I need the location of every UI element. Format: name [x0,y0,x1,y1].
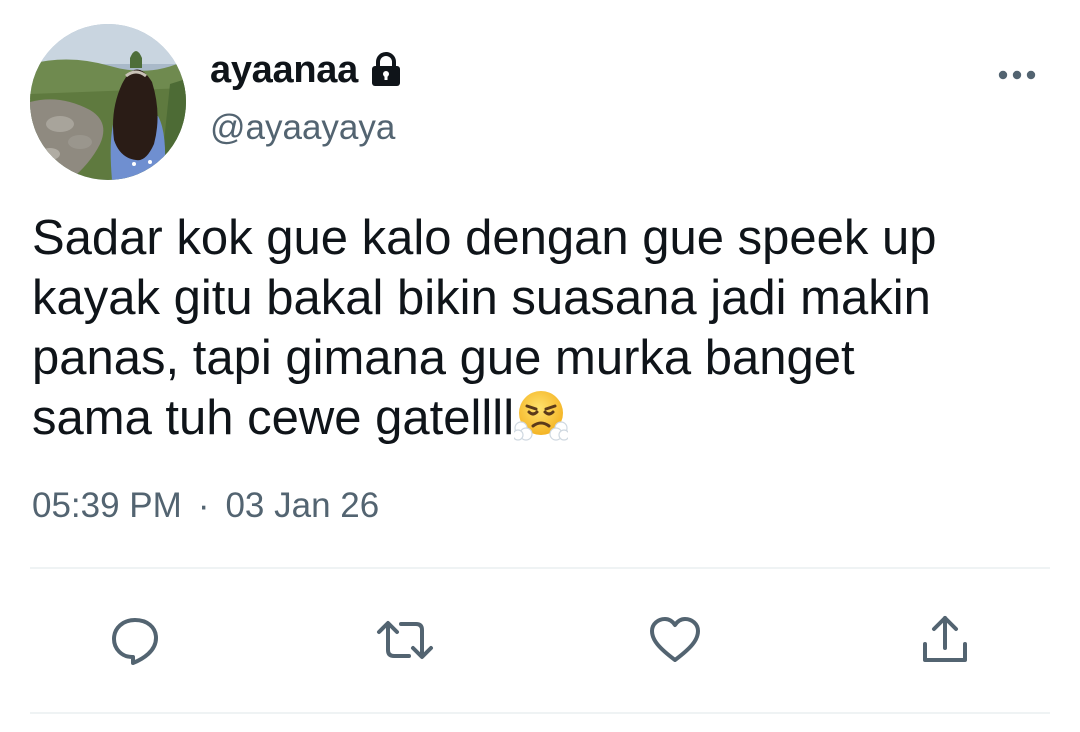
tweet-meta: 05:39 PM · 03 Jan 26 [32,486,379,526]
display-name[interactable]: ayaanaa [210,49,358,92]
retweet-button[interactable] [375,612,435,672]
meta-separator: · [197,486,210,525]
like-button[interactable] [645,612,705,672]
reply-icon [107,612,163,673]
more-icon[interactable] [996,60,1038,90]
divider-bottom [30,712,1050,714]
tweet-text: Sadar kok gue kalo dengan gue speek up k… [32,208,1052,456]
retweet-icon [375,612,435,673]
share-icon [917,612,973,673]
display-name-row: ayaanaa [210,44,406,96]
heart-icon [647,612,703,673]
lock-icon [366,50,406,90]
tweet-date[interactable]: 03 Jan 26 [225,486,379,526]
share-button[interactable] [915,612,975,672]
handle[interactable]: @ayaayaya [210,108,395,148]
tweet-time[interactable]: 05:39 PM [32,486,182,526]
face-with-steam-from-nose-emoji [512,388,570,456]
avatar[interactable] [30,24,186,180]
reply-button[interactable] [105,612,165,672]
tweet-text-content: Sadar kok gue kalo dengan gue speek up k… [32,211,937,445]
divider-top [30,567,1050,569]
